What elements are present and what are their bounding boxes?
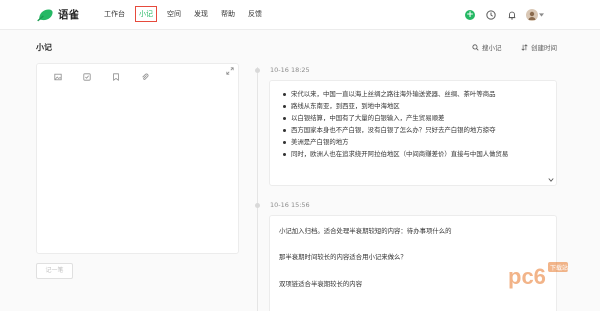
- checklist-icon[interactable]: [82, 72, 92, 82]
- note-editor[interactable]: [36, 63, 239, 254]
- sort-by-created-button[interactable]: 创建时间: [521, 42, 557, 52]
- search-notes-label: 搜小记: [482, 44, 502, 52]
- note-paragraph: 那半衰期时间较长的内容适合用小记来做么？: [279, 253, 407, 261]
- sort-label: 创建时间: [531, 44, 557, 52]
- svg-text:pc6: pc6: [508, 264, 546, 289]
- note-time: 10-16 15:56: [270, 201, 310, 209]
- search-icon: [472, 43, 479, 51]
- bookmark-icon[interactable]: [111, 72, 121, 82]
- nav-item-feedback[interactable]: 反馈: [248, 9, 262, 19]
- plus-icon: +: [465, 10, 475, 20]
- page-title: 小记: [36, 43, 52, 52]
- header-actions: +: [460, 7, 600, 23]
- list-item: 同时，欧洲人也在追求绕开阿拉伯地区（中间商赚差价）直接与中国人做贸易: [280, 148, 542, 160]
- nav-item-workbench[interactable]: 工作台: [104, 9, 125, 19]
- top-nav-bar: 语雀 工作台 小记 空间 发现 帮助 反馈 +: [0, 0, 600, 30]
- attachment-icon[interactable]: [140, 72, 150, 82]
- list-item: 宋代以来，中国一直以海上丝绸之路往海外输送瓷器、丝绸、茶叶等商品: [280, 88, 542, 100]
- note-paragraph: 小记加入归档。适合处理半衰期较短的内容：待办事项什么的: [279, 227, 452, 235]
- note-bullet-list: 宋代以来，中国一直以海上丝绸之路往海外输送瓷器、丝绸、茶叶等商品 路线从东南亚，…: [280, 88, 542, 160]
- image-icon[interactable]: [53, 72, 63, 82]
- clock-icon[interactable]: [483, 7, 499, 23]
- timeline-line: [257, 67, 258, 311]
- search-notes-button[interactable]: 搜小记: [472, 42, 502, 52]
- list-item: 以白银结算，中国有了大量的白银输入，产生贸易顺差: [280, 112, 542, 124]
- app-name: 语雀: [58, 9, 79, 21]
- chevron-down-icon[interactable]: [548, 177, 554, 183]
- note-card[interactable]: 宋代以来，中国一直以海上丝绸之路往海外输送瓷器、丝绸、茶叶等商品 路线从东南亚，…: [269, 80, 557, 186]
- submit-note-button[interactable]: 记一笔: [36, 263, 73, 279]
- nav-item-notes[interactable]: 小记: [135, 6, 157, 22]
- sort-icon: [521, 43, 528, 51]
- expand-icon[interactable]: [226, 67, 234, 75]
- timeline-dot: [255, 203, 260, 208]
- list-item: 西方国家本身也不产白银，没有白银了怎么办？只好去产白银的地方掠夺: [280, 124, 542, 136]
- list-item: 美洲是产白银的地方: [280, 136, 542, 148]
- brand[interactable]: 语雀: [37, 7, 79, 22]
- timeline-dot: [255, 68, 260, 73]
- pc6-watermark-logo: pc6 下载站: [508, 262, 568, 289]
- note-time: 10-16 18:25: [270, 66, 310, 74]
- note-paragraph: 双项链适合半衰期较长的内容: [279, 280, 363, 288]
- nav-item-help[interactable]: 帮助: [221, 9, 235, 19]
- yuque-logo-icon: [37, 9, 53, 22]
- svg-text:下载站: 下载站: [550, 264, 568, 272]
- bell-icon[interactable]: [504, 7, 520, 23]
- nav-item-discover[interactable]: 发现: [194, 9, 208, 19]
- editor-toolbar: [53, 72, 169, 82]
- list-item: 路线从东南亚，到西亚，到地中海地区: [280, 100, 542, 112]
- main-nav: 工作台 小记 空间 发现 帮助 反馈: [104, 6, 275, 22]
- caret-down-icon[interactable]: [537, 7, 545, 23]
- create-button[interactable]: +: [462, 7, 478, 23]
- nav-item-space[interactable]: 空间: [167, 9, 181, 19]
